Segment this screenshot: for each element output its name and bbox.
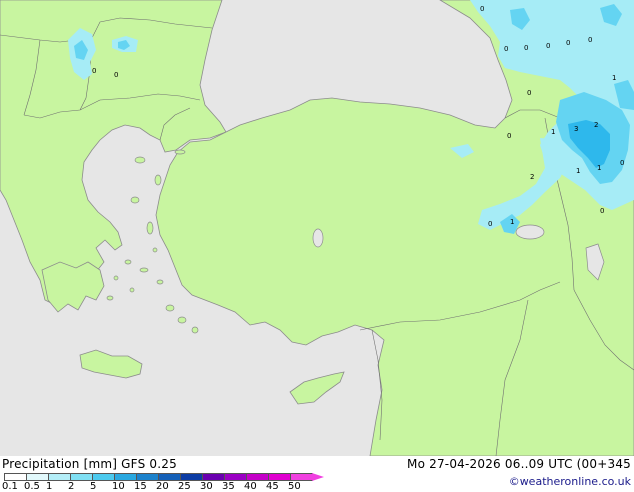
precip-value: 0 <box>488 220 492 228</box>
scale-tick-label: 35 <box>222 481 235 492</box>
scale-swatch <box>268 473 291 481</box>
precip-value: 2 <box>530 173 534 181</box>
precip-value: 0 <box>620 159 624 167</box>
precip-value: 1 <box>597 164 601 172</box>
scale-tick-label: 15 <box>134 481 147 492</box>
map-footer: Precipitation [mm] GFS 0.25 Mo 27-04-202… <box>0 456 634 492</box>
scale-swatch <box>26 473 49 481</box>
precipitation-map: 0 0 0 0 0 0 0 0 1 0 1 3 2 1 1 0 0 2 0 0 … <box>0 0 634 456</box>
lake-tuz <box>312 228 324 248</box>
scale-arrow <box>312 473 324 481</box>
precip-value: 1 <box>576 167 580 175</box>
scale-swatch <box>48 473 71 481</box>
scale-tick-label: 10 <box>112 481 125 492</box>
precip-value: 0 <box>600 207 604 215</box>
scale-tick-label: 2 <box>68 481 75 492</box>
scale-tick-label: 25 <box>178 481 191 492</box>
precip-value: 0 <box>92 67 96 75</box>
precip-value: 3 <box>574 125 578 133</box>
scale-swatch <box>224 473 247 481</box>
forecast-datetime: Mo 27-04-2026 06..09 UTC (00+345 <box>407 457 631 471</box>
scale-tick-label: 40 <box>244 481 257 492</box>
scale-swatch <box>92 473 115 481</box>
scale-tick-label: 45 <box>266 481 279 492</box>
precip-value: 0 <box>480 5 484 13</box>
lake-van <box>515 224 545 240</box>
scale-swatch <box>202 473 225 481</box>
precip-value: 0 <box>507 132 511 140</box>
scale-swatch <box>180 473 203 481</box>
credit-link[interactable]: ©weatheronline.co.uk <box>509 475 631 489</box>
map-title: Precipitation [mm] GFS 0.25 <box>2 457 177 471</box>
precip-color-scale <box>4 473 334 481</box>
scale-swatch <box>70 473 93 481</box>
precip-value: 1 <box>510 218 514 226</box>
precip-value: 0 <box>566 39 570 47</box>
precip-value: 0 <box>524 44 528 52</box>
scale-tick-label: 0.1 <box>2 481 18 492</box>
scale-swatch <box>290 473 313 481</box>
scale-tick-label: 50 <box>288 481 301 492</box>
precip-value: 0 <box>546 42 550 50</box>
scale-swatch <box>158 473 181 481</box>
scale-tick-label: 30 <box>200 481 213 492</box>
scale-tick-label: 1 <box>46 481 53 492</box>
precip-value: 2 <box>594 121 598 129</box>
scale-swatch <box>114 473 137 481</box>
scale-swatch <box>136 473 159 481</box>
precip-value: 0 <box>114 71 118 79</box>
precip-value: 0 <box>588 36 592 44</box>
scale-swatch <box>4 473 27 481</box>
scale-tick-label: 20 <box>156 481 169 492</box>
scale-tick-label: 0.5 <box>24 481 40 492</box>
precip-value: 0 <box>504 45 508 53</box>
scale-swatch <box>246 473 269 481</box>
precip-value: 0 <box>527 89 531 97</box>
precip-value: 1 <box>612 74 616 82</box>
scale-tick-label: 5 <box>90 481 97 492</box>
precip-value: 1 <box>551 128 555 136</box>
